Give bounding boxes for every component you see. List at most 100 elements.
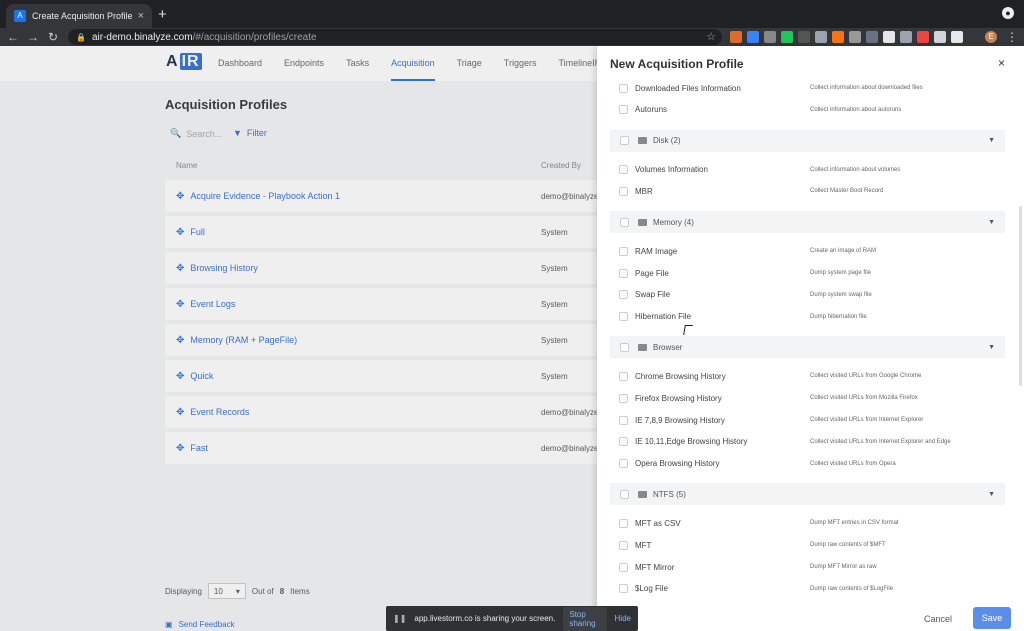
folder-icon <box>638 490 647 498</box>
item-checkbox[interactable] <box>619 415 628 425</box>
evidence-item[interactable]: MFT as CSV Dump MFT entries in CSV format <box>619 514 1004 532</box>
cancel-button[interactable]: Cancel <box>924 614 952 624</box>
evidence-item[interactable]: MFT Mirror Dump MFT Mirror as raw <box>619 558 1004 576</box>
item-checkbox[interactable] <box>619 584 628 594</box>
evidence-item[interactable]: RAM Image Create an image of RAM <box>619 242 1004 260</box>
tab-close-icon[interactable]: × <box>138 10 144 22</box>
evidence-item[interactable]: MFT Dump raw contents of $MFT <box>619 536 1004 554</box>
evidence-item[interactable]: Firefox Browsing History Collect visited … <box>619 389 1004 407</box>
item-checkbox[interactable] <box>619 105 628 115</box>
evidence-item[interactable]: Hibernation File Dump hibernation file <box>619 308 1004 326</box>
item-checkbox[interactable] <box>619 562 628 572</box>
extension-icon[interactable] <box>934 31 946 43</box>
evidence-item[interactable]: Autoruns Collect information about autoru… <box>619 101 1004 119</box>
item-checkbox[interactable] <box>619 459 628 469</box>
item-label: Swap File <box>635 290 671 300</box>
item-checkbox[interactable] <box>619 246 628 256</box>
evidence-item[interactable]: MBR Collect Master Boot Record <box>619 182 1004 200</box>
chevron-down-icon[interactable]: ▼ <box>988 344 995 351</box>
item-checkbox[interactable] <box>619 268 628 278</box>
save-button[interactable]: Save <box>973 607 1011 629</box>
extension-icon[interactable] <box>781 31 793 43</box>
item-description: Collect visited URLs from Mozilla Firefo… <box>810 395 918 402</box>
item-checkbox[interactable] <box>619 84 628 93</box>
reload-icon[interactable]: ↻ <box>44 30 62 44</box>
item-label: Chrome Browsing History <box>635 371 726 381</box>
folder-icon <box>638 218 647 226</box>
hide-button[interactable]: Hide <box>615 614 631 623</box>
evidence-list: Downloaded Files Information Collect info… <box>597 84 1024 594</box>
evidence-group[interactable]: NTFS (5) ▼ <box>610 483 1005 506</box>
group-checkbox[interactable] <box>620 489 629 499</box>
chevron-down-icon[interactable]: ▼ <box>988 219 995 226</box>
group-checkbox[interactable] <box>620 217 629 227</box>
evidence-group[interactable]: Browser ▼ <box>610 336 1005 359</box>
chevron-down-icon[interactable]: ▼ <box>988 137 995 144</box>
evidence-item[interactable]: IE 10,11,Edge Browsing History Collect vi… <box>619 433 1004 451</box>
new-tab-button[interactable]: + <box>158 6 167 23</box>
item-description: Collect visited URLs from Internet Explo… <box>810 417 924 423</box>
item-label: Firefox Browsing History <box>635 393 722 403</box>
evidence-item[interactable]: $Log File Dump raw contents of $LogFile <box>619 580 1004 594</box>
evidence-item[interactable]: Swap File Dump system swap file <box>619 286 1004 304</box>
browser-tabstrip: A Create Acquisition Profile – AIR × + ● <box>0 0 1024 28</box>
evidence-item[interactable]: IE 7,8,9 Browsing History Collect visited… <box>619 411 1004 429</box>
item-description: Collect visited URLs from Opera <box>810 460 896 467</box>
group-label: Disk (2) <box>653 136 681 146</box>
extension-icon[interactable] <box>747 31 759 43</box>
extension-icon[interactable] <box>798 31 810 43</box>
extension-icon[interactable] <box>951 31 963 43</box>
item-checkbox[interactable] <box>619 371 628 381</box>
evidence-item[interactable]: Volumes Information Collect information a… <box>619 161 1004 179</box>
close-icon[interactable]: × <box>998 56 1005 70</box>
item-label: MBR <box>635 186 653 196</box>
item-checkbox[interactable] <box>619 165 628 175</box>
panel-scrollbar[interactable] <box>1019 206 1022 386</box>
item-label: Opera Browsing History <box>635 459 720 469</box>
browser-tab[interactable]: A Create Acquisition Profile – AIR × <box>6 4 152 28</box>
evidence-group[interactable]: Disk (2) ▼ <box>610 129 1005 152</box>
evidence-group[interactable]: Memory (4) ▼ <box>610 211 1005 234</box>
item-label: RAM Image <box>635 246 678 256</box>
item-label: $Log File <box>635 584 668 594</box>
extension-icon[interactable] <box>764 31 776 43</box>
item-checkbox[interactable] <box>619 518 628 528</box>
item-checkbox[interactable] <box>619 540 628 550</box>
address-bar[interactable]: 🔒 air-demo.binalyze.com/#/acquisition/pr… <box>68 29 722 45</box>
url-text: air-demo.binalyze.com/#/acquisition/prof… <box>91 31 317 43</box>
forward-icon[interactable]: → <box>24 30 42 44</box>
browser-toolbar: ← → ↻ 🔒 air-demo.binalyze.com/#/acquisit… <box>0 28 1024 46</box>
modal-backdrop[interactable] <box>0 46 597 631</box>
extension-icon[interactable] <box>730 31 742 43</box>
browser-menu-icon[interactable]: ⋮ <box>1006 30 1018 44</box>
extension-icon[interactable] <box>900 31 912 43</box>
extension-icon[interactable] <box>815 31 827 43</box>
group-label: Browser <box>653 342 683 352</box>
group-checkbox[interactable] <box>620 136 629 146</box>
item-description: Collect information about autoruns <box>810 106 902 113</box>
evidence-item[interactable]: Page File Dump system page file <box>619 264 1004 282</box>
bookmark-star-icon[interactable]: ☆ <box>706 30 716 43</box>
extension-icon[interactable] <box>917 31 929 43</box>
evidence-item[interactable]: Opera Browsing History Collect visited UR… <box>619 455 1004 473</box>
evidence-item[interactable]: Downloaded Files Information Collect info… <box>619 84 1004 97</box>
window-menu-icon[interactable]: ● <box>1002 7 1014 19</box>
item-checkbox[interactable] <box>619 186 628 196</box>
back-icon[interactable]: ← <box>4 30 22 44</box>
item-description: Dump hibernation file <box>810 313 867 320</box>
chevron-down-icon[interactable]: ▼ <box>988 491 995 498</box>
item-description: Collect visited URLs from Internet Explo… <box>810 438 951 445</box>
evidence-item[interactable]: Chrome Browsing History Collect visited U… <box>619 367 1004 385</box>
extension-icon[interactable] <box>832 31 844 43</box>
extension-icon[interactable] <box>883 31 895 43</box>
new-profile-panel: New Acquisition Profile × Downloaded Fil… <box>597 46 1024 631</box>
extension-icon[interactable] <box>866 31 878 43</box>
item-checkbox[interactable] <box>619 312 628 322</box>
item-checkbox[interactable] <box>619 437 628 447</box>
item-checkbox[interactable] <box>619 290 628 300</box>
stop-sharing-button[interactable]: Stop sharing <box>563 606 607 631</box>
profile-avatar[interactable]: E <box>985 31 997 43</box>
group-checkbox[interactable] <box>620 342 629 352</box>
extension-icon[interactable] <box>849 31 861 43</box>
item-checkbox[interactable] <box>619 393 628 403</box>
